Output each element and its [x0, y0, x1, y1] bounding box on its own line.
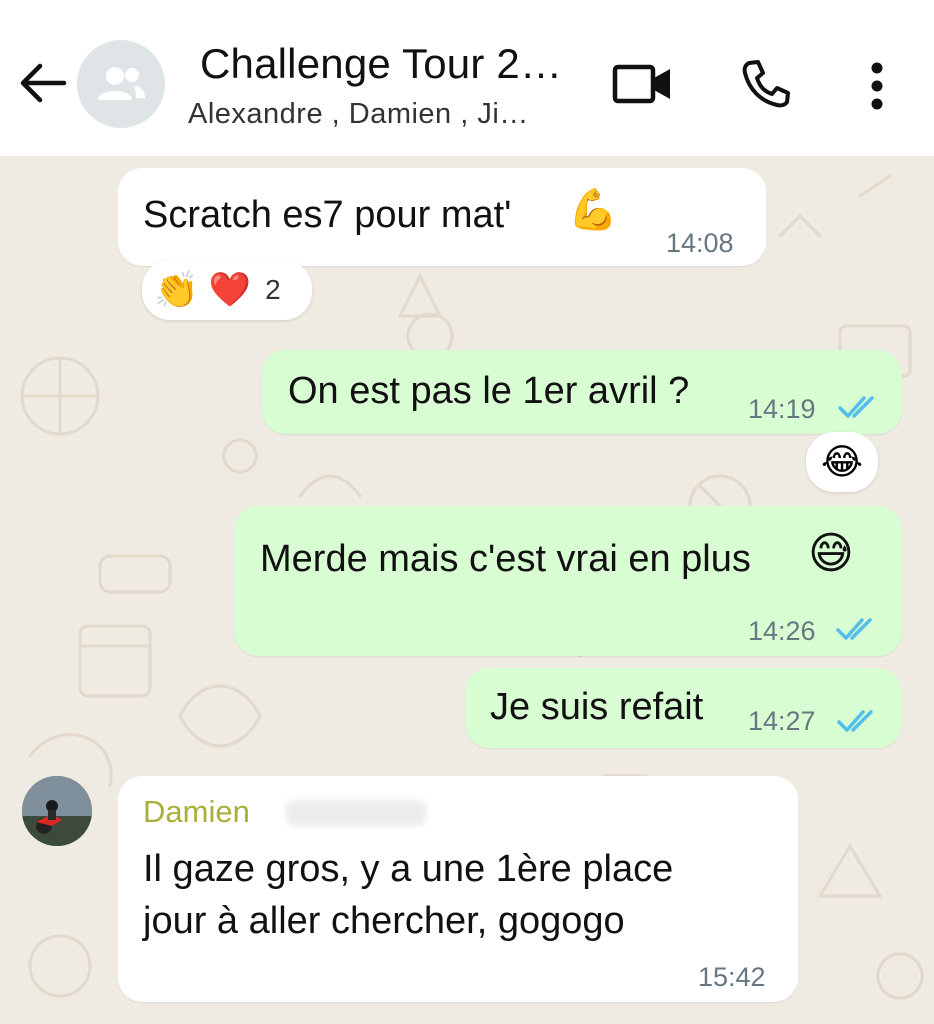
- message-list[interactable]: Scratch es7 pour mat' 💪 14:08 👏 ❤️ 2 On …: [0, 156, 934, 1024]
- incoming-message[interactable]: Scratch es7 pour mat' 💪 14:08: [118, 168, 766, 266]
- message-text: On est pas le 1er avril ?: [288, 370, 690, 412]
- message-time: 14:27: [748, 706, 816, 736]
- laughing-emoji: 😂: [820, 441, 864, 482]
- outgoing-message[interactable]: Je suis refait 14:27: [465, 668, 902, 748]
- reaction-count: 2: [265, 274, 281, 305]
- read-receipt-icon: [836, 618, 872, 640]
- message-time: 14:26: [748, 616, 816, 646]
- message-text-line: Il gaze gros, y a une 1ère place: [143, 848, 674, 890]
- chat-participants[interactable]: Alexandre , Damien , Ji…: [188, 98, 529, 131]
- incoming-message[interactable]: Damien Il gaze gros, y a une 1ère place …: [118, 776, 798, 1002]
- phone-icon: [742, 60, 790, 108]
- read-receipt-icon: [838, 396, 874, 418]
- more-options-button[interactable]: [860, 58, 894, 114]
- read-receipt-icon: [837, 710, 873, 732]
- message-time: 14:19: [748, 394, 816, 424]
- reactions-pill[interactable]: 👏 ❤️ 2: [142, 260, 312, 320]
- clap-emoji: 👏: [154, 269, 199, 310]
- outgoing-message[interactable]: On est pas le 1er avril ? 14:19: [262, 350, 902, 434]
- sweat-smile-emoji: 😅: [808, 529, 854, 578]
- motorbike-photo-icon: [22, 776, 92, 846]
- muscle-emoji: 💪: [568, 188, 618, 232]
- voice-call-button[interactable]: [740, 58, 792, 110]
- back-button[interactable]: [18, 60, 68, 106]
- video-call-icon: [612, 64, 670, 104]
- group-avatar[interactable]: [77, 40, 165, 128]
- message-text-line: jour à aller chercher, gogogo: [143, 900, 625, 942]
- message-text: Merde mais c'est vrai en plus: [260, 538, 751, 580]
- sender-name[interactable]: Damien: [143, 794, 250, 830]
- group-avatar-icon: [98, 67, 145, 100]
- message-time: 14:08: [666, 228, 734, 258]
- arrow-left-icon: [20, 63, 67, 103]
- video-call-button[interactable]: [612, 62, 674, 106]
- message-time: 15:42: [698, 962, 766, 992]
- more-vertical-icon: [871, 62, 883, 110]
- reactions-pill[interactable]: 😂: [806, 432, 878, 492]
- outgoing-message[interactable]: Merde mais c'est vrai en plus 😅 14:26: [234, 506, 902, 656]
- sender-avatar[interactable]: [22, 776, 92, 846]
- sender-phone-redacted: [286, 800, 426, 826]
- chat-header: Challenge Tour 2… Alexandre , Damien , J…: [0, 0, 934, 156]
- chat-title[interactable]: Challenge Tour 2…: [200, 40, 562, 88]
- message-text: Je suis refait: [490, 686, 704, 728]
- message-text: Scratch es7 pour mat': [143, 194, 512, 236]
- heart-emoji: ❤️: [208, 271, 252, 309]
